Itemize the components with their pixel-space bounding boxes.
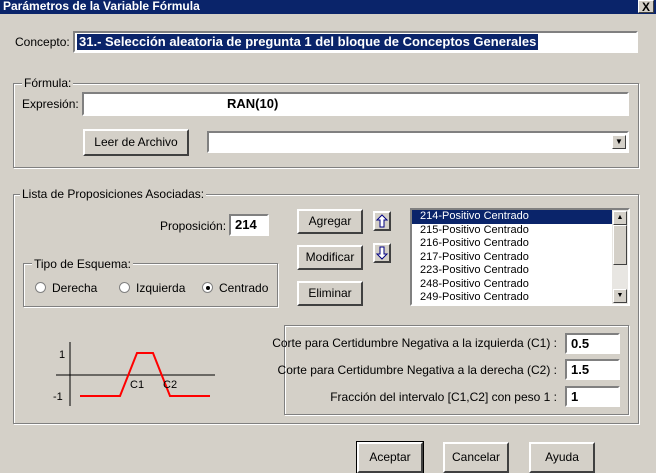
proposicion-input[interactable]: 214 [229,214,269,236]
expresion-input[interactable]: RAN(10) [82,92,629,116]
radio-centrado-circle[interactable] [202,282,213,293]
leer-archivo-button[interactable]: Leer de Archivo [83,129,189,156]
scroll-up-icon[interactable]: ▲ [613,211,627,225]
lista-group-label: Lista de Proposiciones Asociadas: [20,187,207,201]
fraccion-label: Fracción del intervalo [C1,C2] con peso … [330,390,557,404]
esquema-group-label: Tipo de Esquema: [32,257,133,271]
ayuda-button[interactable]: Ayuda [529,442,595,473]
c1-label: Corte para Certidumbre Negativa a la izq… [272,336,557,350]
archivo-dropdown[interactable]: ▼ [207,131,629,153]
modificar-button[interactable]: Modificar [297,245,363,270]
list-item[interactable]: 249-Positivo Centrado [412,291,612,304]
chevron-down-icon[interactable]: ▼ [612,135,626,149]
arrow-up-icon [375,214,389,228]
window-title: Parámetros de la Variable Fórmula [3,0,200,13]
c2-value: 1.5 [571,362,590,377]
fraccion-input[interactable]: 1 [565,386,620,407]
title-bar: Parámetros de la Variable Fórmula X [0,0,656,14]
list-item[interactable]: 216-Positivo Centrado [412,237,612,251]
list-item[interactable]: 214-Positivo Centrado [412,210,612,224]
proposicion-label: Proposición: [160,219,227,233]
radio-centrado-label: Centrado [219,281,269,295]
concepto-label: Concepto: [15,35,70,49]
proposiciones-listbox[interactable]: 214-Positivo Centrado 215-Positivo Centr… [410,208,630,306]
diagram-y-bottom: -1 [53,391,63,403]
close-button[interactable]: X [638,0,654,13]
c2-input[interactable]: 1.5 [565,359,620,380]
list-item[interactable]: 248-Positivo Centrado [412,278,612,292]
radio-derecha-label: Derecha [52,281,98,295]
esquema-diagram: 1 -1 C1 C2 [53,342,215,406]
fraccion-value: 1 [571,389,579,404]
cancelar-button[interactable]: Cancelar [443,442,509,473]
scroll-down-icon[interactable]: ▼ [613,289,627,303]
diagram-y-top: 1 [59,349,65,361]
move-down-button[interactable] [373,243,391,263]
radio-izquierda-label: Izquierda [136,281,186,295]
aceptar-button[interactable]: Aceptar [356,441,424,473]
agregar-button[interactable]: Agregar [297,209,363,234]
arrow-down-icon [375,246,389,260]
radio-derecha-circle[interactable] [35,282,46,293]
list-item[interactable]: 223-Positivo Centrado [412,264,612,278]
proposicion-value: 214 [235,217,257,232]
diagram-c2-label: C2 [163,379,177,391]
proposiciones-list: 214-Positivo Centrado 215-Positivo Centr… [412,210,612,304]
move-up-button[interactable] [373,211,391,231]
list-item[interactable]: 215-Positivo Centrado [412,224,612,238]
listbox-scrollbar[interactable]: ▲ ▼ [612,210,628,304]
expresion-value: RAN(10) [227,96,279,111]
concepto-value: 31.- Selección aleatoria de pregunta 1 d… [77,34,539,50]
list-item[interactable]: 217-Positivo Centrado [412,251,612,265]
c1-input[interactable]: 0.5 [565,333,620,354]
scrollbar-thumb[interactable] [613,225,627,265]
expresion-label: Expresión: [22,97,79,111]
c1-value: 0.5 [571,336,590,351]
eliminar-button[interactable]: Eliminar [297,281,363,306]
formula-group-label: Fórmula: [22,76,74,90]
c2-label: Corte para Certidumbre Negativa a la der… [277,363,557,377]
radio-izquierda-circle[interactable] [119,282,130,293]
concepto-field[interactable]: 31.- Selección aleatoria de pregunta 1 d… [73,31,638,53]
diagram-c1-label: C1 [130,379,144,391]
